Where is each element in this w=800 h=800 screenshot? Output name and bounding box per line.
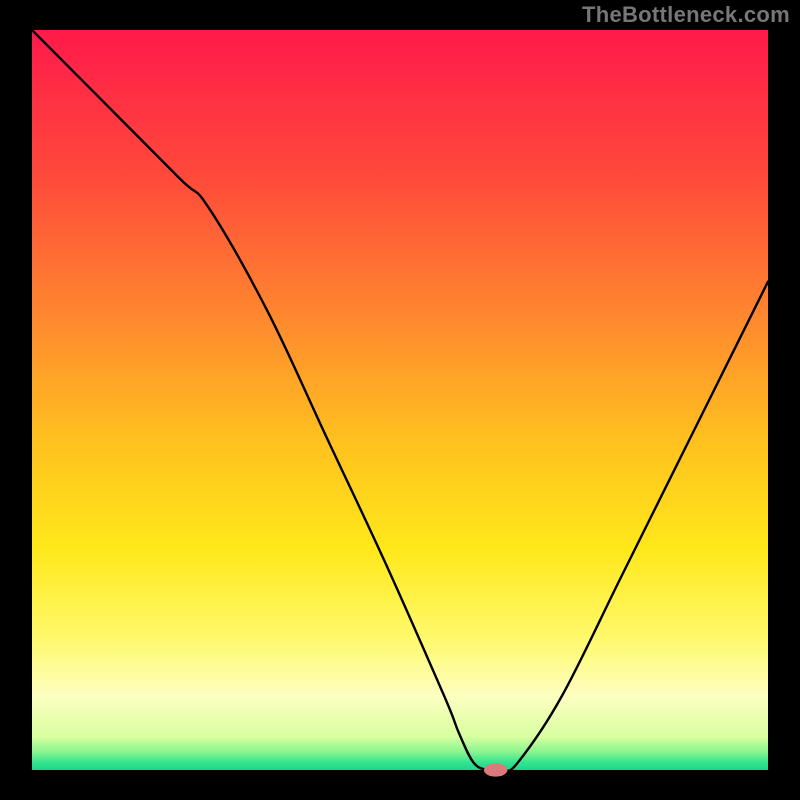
chart-frame: { "watermark": "TheBottleneck.com", "col… bbox=[0, 0, 800, 800]
optimum-marker bbox=[484, 763, 508, 776]
bottleneck-chart bbox=[0, 0, 800, 800]
watermark-text: TheBottleneck.com bbox=[582, 2, 790, 28]
